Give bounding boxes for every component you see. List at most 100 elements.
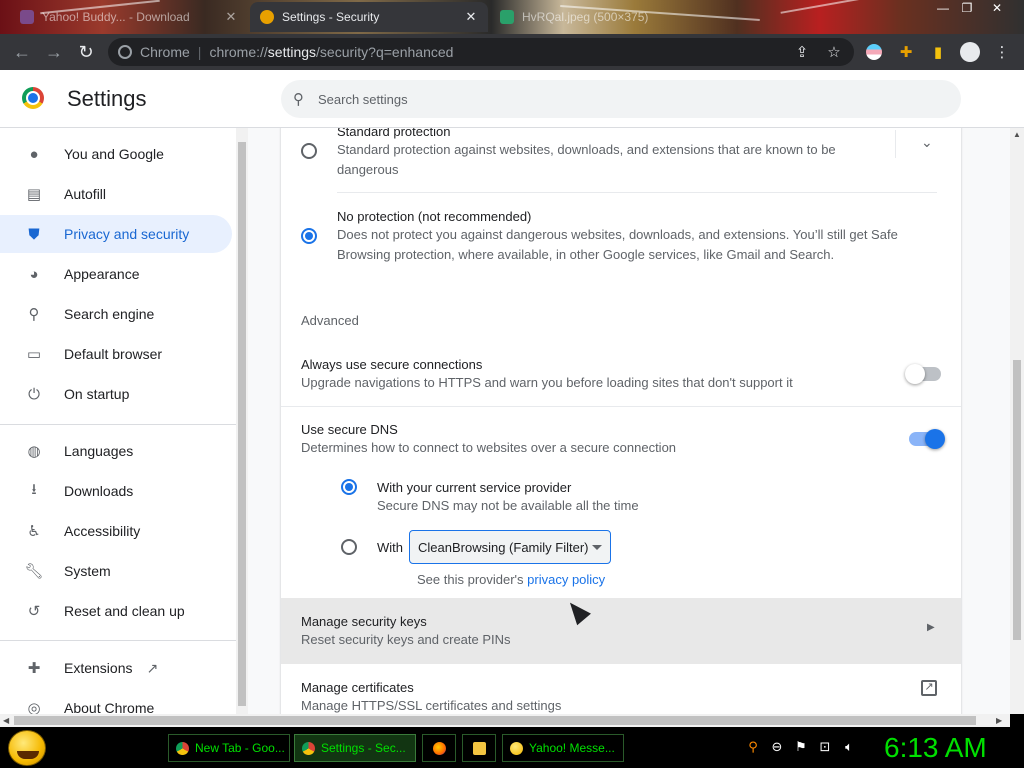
back-arrow-icon[interactable]: ← xyxy=(6,36,38,68)
security-keys-desc: Reset security keys and create PINs xyxy=(301,632,511,647)
sidebar-item-system[interactable]: 🔧︎ System xyxy=(0,552,232,590)
radio-custom-provider[interactable] xyxy=(341,539,357,555)
manage-security-keys-row[interactable]: Manage security keys Reset security keys… xyxy=(281,598,961,664)
tray-flag-icon[interactable]: ⚑ xyxy=(792,738,810,756)
sidebar-item-label: Downloads xyxy=(64,483,134,499)
address-bar[interactable]: Chrome | chrome://settings/security?q=en… xyxy=(108,38,854,66)
address-separator: | xyxy=(197,44,202,60)
scroll-left-arrow-icon[interactable]: ◀ xyxy=(3,716,9,725)
smiley-mouth xyxy=(17,751,39,759)
row-divider xyxy=(337,192,937,193)
tray-volume-icon[interactable]: 🔈︎ xyxy=(840,738,858,756)
minimize-icon[interactable]: — xyxy=(932,0,954,16)
taskbar-item-yahoo-messenger[interactable]: Yahoo! Messe... xyxy=(502,734,624,762)
radio-standard-protection[interactable] xyxy=(301,143,317,159)
sidebar-item-accessibility[interactable]: ♿ Accessibility xyxy=(0,512,232,550)
settings-sidebar: ● You and Google ▤ Autofill ⛊ Privacy and s… xyxy=(0,128,236,714)
privacy-policy-line: See this provider's privacy policy xyxy=(417,570,605,590)
sidebar-item-appearance[interactable]: ◕ Appearance xyxy=(0,255,232,293)
profile-avatar-icon[interactable] xyxy=(958,40,982,64)
security-keys-title: Manage security keys xyxy=(301,614,427,629)
share-icon[interactable]: ⇪ xyxy=(790,40,814,64)
sidebar-item-privacy-and-security[interactable]: ⛊ Privacy and security xyxy=(0,215,232,253)
firefox-icon xyxy=(432,741,446,755)
sidebar-item-on-startup[interactable]: ⏻ On startup xyxy=(0,375,232,413)
forward-arrow-icon[interactable]: → xyxy=(38,36,70,68)
scrollbar-thumb[interactable] xyxy=(1013,360,1021,640)
security-card: Standard protection Standard protection … xyxy=(281,128,961,714)
tray-search-icon[interactable]: ⚲ xyxy=(744,738,762,756)
sidebar-item-autofill[interactable]: ▤ Autofill xyxy=(0,175,232,213)
browser-window-icon: ▭ xyxy=(26,346,42,363)
sidebar-item-about-chrome[interactable]: ◎ About Chrome xyxy=(0,689,232,714)
tab-title: HvRQal.jpeg (500×375) xyxy=(522,10,649,24)
tab-yahoo-buddy[interactable]: Yahoo! Buddy... - Download ✕ xyxy=(10,2,248,32)
reload-icon[interactable]: ↻ xyxy=(70,36,102,68)
chrome-logo-icon xyxy=(22,87,44,109)
more-menu-icon[interactable]: ⋮ xyxy=(990,40,1014,64)
sidebar-item-extensions[interactable]: ✚ Extensions ↗ xyxy=(0,649,232,687)
accessibility-icon: ♿ xyxy=(27,523,41,540)
scrollbar-thumb[interactable] xyxy=(238,142,246,706)
sidebar-divider xyxy=(0,424,236,425)
taskbar-item-new-tab[interactable]: New Tab - Goo... xyxy=(168,734,290,762)
tab-image-jpeg[interactable]: HvRQal.jpeg (500×375) xyxy=(490,2,728,32)
tab-title: Yahoo! Buddy... - Download xyxy=(42,10,190,24)
task-label: Yahoo! Messe... xyxy=(529,741,615,755)
maximize-icon[interactable]: ❐ xyxy=(956,0,978,16)
main-scrollbar[interactable]: ▲ xyxy=(1010,128,1024,714)
horizontal-scrollbar[interactable]: ◀ ▶ xyxy=(0,714,1010,727)
tab-settings-security[interactable]: Settings - Security ✕ xyxy=(250,2,488,32)
url-path: /security?q=enhanced xyxy=(316,44,454,60)
open-external-icon[interactable]: ↗ xyxy=(921,680,937,696)
extension-flag-icon[interactable] xyxy=(862,40,886,64)
start-button-smiley-icon[interactable] xyxy=(8,730,46,766)
scheme-label: Chrome xyxy=(140,44,190,60)
extensions-puzzle-icon[interactable]: ✚ xyxy=(894,40,918,64)
sidebar-item-search-engine[interactable]: ⚲ Search engine xyxy=(0,295,232,333)
privacy-policy-link[interactable]: privacy policy xyxy=(527,572,605,587)
sidebar-item-reset-and-clean-up[interactable]: ↺ Reset and clean up xyxy=(0,592,232,630)
secure-dns-toggle[interactable] xyxy=(909,429,945,449)
search-icon: ⚲ xyxy=(28,306,40,323)
close-icon[interactable]: ✕ xyxy=(224,9,238,25)
sidebar-scrollbar[interactable] xyxy=(236,128,248,714)
close-window-icon[interactable]: ✕ xyxy=(986,0,1008,16)
radio-current-provider[interactable] xyxy=(341,479,357,495)
search-input[interactable] xyxy=(318,91,878,107)
no-protection-title: No protection (not recommended) xyxy=(337,209,532,224)
settings-header: Settings ⚲ xyxy=(0,70,1024,128)
tray-network-icon[interactable]: ⊡ xyxy=(816,738,834,756)
puzzle-icon: ✚ xyxy=(27,660,41,677)
sidebar-item-label: On startup xyxy=(64,386,130,402)
taskbar-item-firefox[interactable] xyxy=(422,734,456,762)
standard-protection-desc-2: dangerous xyxy=(337,162,399,177)
sidebar-item-you-and-google[interactable]: ● You and Google xyxy=(0,135,232,173)
external-link-icon: ↗ xyxy=(146,659,159,676)
tray-messenger-status-icon[interactable]: ⊖ xyxy=(768,738,786,756)
sidebar-item-label: Privacy and security xyxy=(64,226,190,242)
expand-divider xyxy=(895,130,896,158)
https-only-toggle[interactable] xyxy=(905,364,941,384)
taskbar-clock[interactable]: 6:13 AM xyxy=(884,732,987,764)
settings-search[interactable]: ⚲ xyxy=(281,80,961,118)
radio-no-protection[interactable] xyxy=(301,228,317,244)
sidebar-item-languages[interactable]: ◍ Languages xyxy=(0,432,232,470)
certificates-desc: Manage HTTPS/SSL certificates and settin… xyxy=(301,698,562,713)
search-icon: ⚲ xyxy=(293,91,304,108)
scroll-up-arrow-icon[interactable]: ▲ xyxy=(1013,130,1021,139)
sidebar-item-default-browser[interactable]: ▭ Default browser xyxy=(0,335,232,373)
with-label: With xyxy=(377,540,403,555)
scrollbar-thumb[interactable] xyxy=(14,716,976,725)
scroll-right-arrow-icon[interactable]: ▶ xyxy=(996,716,1002,725)
taskbar-item-settings[interactable]: Settings - Sec... xyxy=(294,734,416,762)
side-panel-icon[interactable]: ▮ xyxy=(926,40,950,64)
close-icon[interactable]: ✕ xyxy=(464,9,478,25)
dns-provider-select[interactable]: CleanBrowsing (Family Filter) xyxy=(409,530,611,564)
advanced-heading: Advanced xyxy=(301,313,359,328)
sidebar-item-downloads[interactable]: ⭳ Downloads xyxy=(0,472,232,510)
bookmark-star-icon[interactable]: ☆ xyxy=(822,40,846,64)
dns-provider-value: CleanBrowsing (Family Filter) xyxy=(418,539,589,555)
chevron-down-icon[interactable]: ⌄ xyxy=(921,134,933,151)
taskbar-item-folder[interactable] xyxy=(462,734,496,762)
